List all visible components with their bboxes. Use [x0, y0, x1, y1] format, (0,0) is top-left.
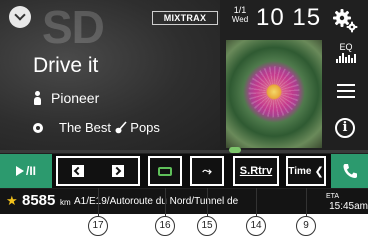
play-icon — [15, 166, 24, 176]
chevron-left-icon: ❮ — [314, 165, 324, 178]
date-display: 1/1 Wed — [228, 5, 252, 25]
navigation-bar[interactable]: ★ 8585 km A1/E19/Autoroute du Nord/Tunne… — [0, 189, 368, 214]
callout-number: 17 — [88, 216, 108, 236]
genre-name: Pops — [130, 120, 160, 135]
gears-settings-icon[interactable] — [332, 7, 358, 33]
callout-number: 15 — [197, 216, 217, 236]
skip-back-icon[interactable] — [72, 165, 84, 177]
play-pause-button[interactable]: /II — [0, 154, 52, 188]
artist-row: Pioneer — [33, 90, 99, 106]
audio-screen: SD MIXTRAX 1/1 Wed 10 15 EQ i Drive it P… — [0, 0, 368, 214]
track-title: Drive it — [33, 54, 99, 77]
callout-leader — [207, 188, 208, 216]
eq-bars-icon — [334, 53, 358, 63]
source-watermark: SD — [42, 1, 105, 53]
callout-leader — [306, 188, 307, 216]
list-menu-icon[interactable] — [337, 84, 355, 100]
eq-button[interactable]: EQ — [334, 42, 358, 72]
star-icon: ★ — [6, 193, 18, 208]
shuffle-button[interactable]: ⤳ — [190, 156, 224, 186]
control-bar: /II ⤳ S.Rtrv Time ❮ — [0, 154, 368, 188]
nav-road-name: A1/E19/Autoroute du Nord/Tunnel de — [74, 196, 239, 207]
play-pause-label: /II — [25, 164, 36, 178]
callout-leader — [98, 188, 99, 216]
artist-person-icon — [33, 91, 41, 105]
guitar-icon — [115, 121, 127, 134]
phone-button[interactable] — [331, 154, 368, 188]
sound-retriever-label: S.Rtrv — [239, 165, 273, 177]
nav-arrival-time: ETA 15:45am — [326, 192, 368, 212]
date-day: 1/1 — [233, 5, 247, 15]
skip-buttons-group — [56, 156, 140, 186]
time-display-button[interactable]: Time ❮ — [286, 156, 326, 186]
phone-icon — [343, 164, 357, 178]
eq-label: EQ — [339, 42, 353, 52]
shuffle-icon: ⤳ — [202, 163, 212, 178]
callout-number: 16 — [155, 216, 175, 236]
nav-distance: 8585 — [22, 192, 56, 209]
repeat-icon — [158, 166, 172, 176]
collapse-chevron-icon[interactable] — [9, 6, 31, 28]
date-weekday: Wed — [231, 15, 249, 24]
mixtrax-badge[interactable]: MIXTRAX — [152, 11, 218, 25]
time-label: Time — [288, 165, 312, 177]
progress-marker — [229, 147, 241, 153]
sound-retriever-button[interactable]: S.Rtrv — [233, 156, 279, 186]
info-icon[interactable]: i — [335, 118, 355, 138]
artist-name: Pioneer — [51, 90, 100, 106]
callout-leader — [165, 188, 166, 216]
album-artwork — [226, 40, 322, 148]
progress-track — [0, 150, 368, 153]
repeat-button[interactable] — [148, 156, 182, 186]
skip-forward-icon[interactable] — [112, 165, 124, 177]
album-row: The Best Pops — [33, 120, 160, 135]
clock-display: 10 15 — [256, 4, 322, 31]
nav-distance-unit: km — [60, 198, 71, 207]
callout-number: 14 — [246, 216, 266, 236]
callout-leader — [256, 188, 257, 216]
album-disc-icon — [33, 122, 43, 133]
nav-arrival-clock: 15:45am — [329, 201, 368, 212]
album-name: The Best — [59, 120, 112, 135]
callout-number: 9 — [296, 216, 316, 236]
